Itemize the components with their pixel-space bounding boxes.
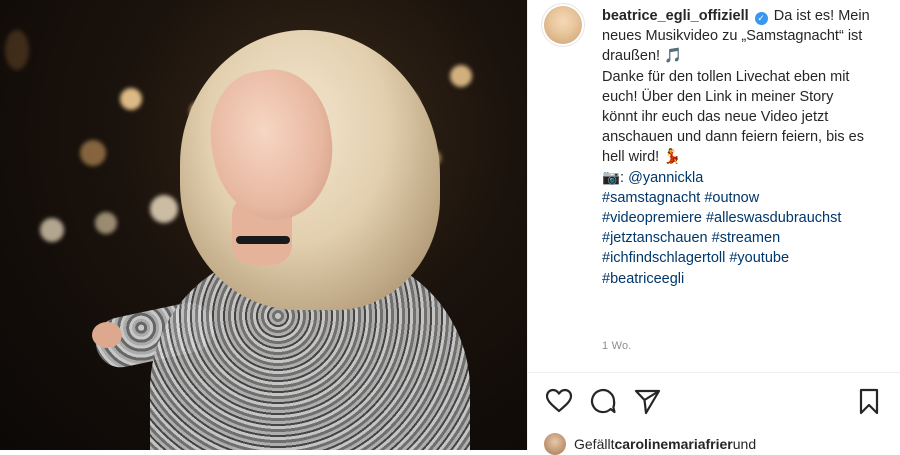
caption-line: hell wird! 💃: [602, 149, 682, 166]
credit-handle-link[interactable]: @yannickla: [628, 170, 703, 186]
bokeh-light: [95, 212, 117, 234]
post-photo[interactable]: [0, 0, 527, 450]
liker-avatar[interactable]: [544, 433, 566, 455]
caption-line: neues Musikvideo zu „Samstagnacht“ ist: [602, 28, 863, 45]
caption-line: könnt ihr euch das neue Video jetzt: [602, 109, 829, 126]
username-link[interactable]: beatrice_egli_offiziell: [602, 8, 749, 24]
caption-line: Da ist es! Mein: [773, 8, 870, 24]
choker: [236, 236, 290, 244]
hashtag-line[interactable]: #samstagnacht #outnow: [602, 188, 892, 208]
hashtag-line[interactable]: #videopremiere #alleswasdubrauchst: [602, 208, 892, 228]
bokeh-light: [5, 30, 29, 70]
hashtag-line[interactable]: #ichfindschlagertoll #youtube: [602, 248, 892, 268]
post-time[interactable]: 1 Wo.: [602, 340, 632, 352]
post-panel: beatrice_egli_offiziell ✓ Da ist es! Mei…: [527, 0, 900, 455]
action-bar: [544, 386, 884, 418]
caption-line: anschauen und dann feiern feiern, bis es: [602, 129, 864, 146]
bokeh-light: [40, 218, 64, 242]
bookmark-icon[interactable]: [854, 386, 884, 416]
bokeh-light: [450, 65, 472, 87]
caption-line: draußen! 🎵: [602, 48, 683, 65]
bokeh-light: [120, 88, 142, 110]
bokeh-light: [150, 195, 178, 223]
user-avatar[interactable]: [544, 6, 582, 44]
photo-credit: 📷: @yannickla: [602, 168, 892, 188]
comment-icon[interactable]: [588, 386, 618, 416]
likes-line: Gefällt carolinemariafrier und: [544, 433, 756, 455]
bokeh-light: [80, 140, 106, 166]
hashtag-line[interactable]: #jetztanschauen #streamen: [602, 228, 892, 248]
hashtag-line[interactable]: #beatriceegli: [602, 269, 892, 289]
verified-badge-icon: ✓: [754, 12, 768, 25]
instagram-post: beatrice_egli_offiziell ✓ Da ist es! Mei…: [0, 0, 900, 455]
caption-line: euch! Über den Link in meiner Story: [602, 88, 834, 105]
share-icon[interactable]: [632, 386, 662, 416]
camera-icon: 📷:: [602, 169, 629, 186]
caption-line: Danke für den tollen Livechat eben mit: [602, 68, 850, 85]
hand: [92, 322, 122, 348]
divider: [528, 372, 900, 373]
heart-icon[interactable]: [544, 386, 574, 416]
post-caption: beatrice_egli_offiziell ✓ Da ist es! Mei…: [602, 6, 892, 289]
